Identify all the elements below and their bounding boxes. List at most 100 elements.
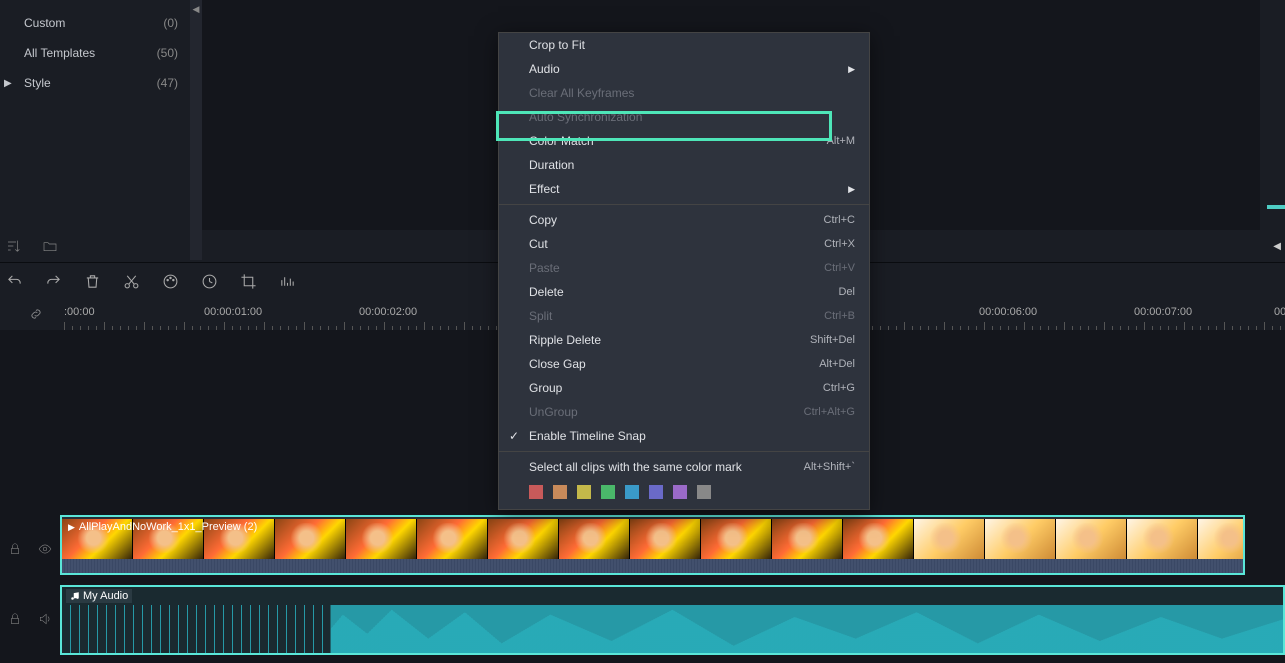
chevron-left-icon: ◀	[193, 4, 200, 15]
menu-shortcut: Del	[838, 286, 855, 298]
video-track-header	[0, 530, 60, 570]
thumbnail	[1198, 519, 1245, 561]
menu-item-ripple-delete[interactable]: Ripple DeleteShift+Del	[499, 328, 869, 352]
menu-label: Close Gap	[529, 357, 586, 371]
menu-item-color-match[interactable]: Color MatchAlt+M	[499, 129, 869, 153]
menu-item-select-all-clips-with-the-same-color-mark[interactable]: Select all clips with the same color mar…	[499, 455, 869, 479]
thumbnail	[914, 519, 985, 561]
ruler-label: 00:00:07:00	[1134, 306, 1192, 318]
delete-icon[interactable]	[84, 273, 101, 290]
sidebar-bottom-toolbar	[0, 235, 190, 260]
thumbnail	[275, 519, 346, 561]
audio-track-header	[0, 600, 60, 640]
color-swatch[interactable]	[625, 485, 639, 499]
menu-shortcut: Ctrl+G	[823, 382, 855, 394]
lock-icon[interactable]	[8, 612, 22, 629]
video-audio-waveform	[62, 559, 1243, 573]
sidebar-collapse-button[interactable]: ◀	[190, 0, 202, 260]
audio-waveform	[62, 605, 1283, 653]
lock-icon[interactable]	[8, 542, 22, 559]
menu-shortcut: Ctrl+B	[824, 310, 855, 322]
speed-icon[interactable]	[201, 273, 218, 290]
video-clip[interactable]: ▶ AllPlayAndNoWork_1x1_Preview (2)	[60, 515, 1245, 575]
audio-clip[interactable]: My Audio	[60, 585, 1285, 655]
menu-item-copy[interactable]: Copy Ctrl+C	[499, 208, 869, 232]
ruler-label: 00:00:06:00	[979, 306, 1037, 318]
color-swatches	[499, 479, 869, 509]
thumbnail	[701, 519, 772, 561]
ruler-label: 00:00:02:00	[359, 306, 417, 318]
color-swatch[interactable]	[577, 485, 591, 499]
menu-label: Cut	[529, 237, 548, 251]
clip-name: AllPlayAndNoWork_1x1_Preview (2)	[79, 521, 257, 533]
redo-icon[interactable]	[45, 273, 62, 290]
folder-icon[interactable]	[42, 238, 58, 257]
thumbnail	[1056, 519, 1127, 561]
marker-indicator	[1267, 205, 1285, 209]
menu-shortcut: Alt+Shift+`	[804, 461, 855, 473]
sidebar-item-count: (50)	[157, 46, 178, 60]
audio-adjust-icon[interactable]	[279, 273, 296, 290]
menu-separator	[499, 451, 869, 452]
menu-label: Ripple Delete	[529, 333, 601, 347]
thumbnail	[559, 519, 630, 561]
menu-label: Copy	[529, 213, 557, 227]
menu-label: Group	[529, 381, 562, 395]
sidebar-item-label: All Templates	[24, 46, 95, 60]
menu-item-auto-synchronization: Auto Synchronization	[499, 105, 869, 129]
thumbnail	[346, 519, 417, 561]
color-swatch[interactable]	[649, 485, 663, 499]
color-swatch[interactable]	[601, 485, 615, 499]
color-swatch[interactable]	[697, 485, 711, 499]
thumbnail	[1127, 519, 1198, 561]
menu-item-duration[interactable]: Duration	[499, 153, 869, 177]
color-swatch[interactable]	[553, 485, 567, 499]
check-icon: ✓	[509, 429, 519, 443]
menu-label: Select all clips with the same color mar…	[529, 460, 742, 474]
link-icon[interactable]	[28, 306, 44, 325]
undo-icon[interactable]	[6, 273, 23, 290]
music-note-icon	[70, 591, 80, 601]
sidebar-item-count: (47)	[157, 76, 178, 90]
menu-shortcut: Ctrl+Alt+G	[804, 406, 855, 418]
menu-item-cut[interactable]: CutCtrl+X	[499, 232, 869, 256]
menu-item-audio[interactable]: Audio▶	[499, 57, 869, 81]
menu-shortcut: Ctrl+V	[824, 262, 855, 274]
menu-item-close-gap[interactable]: Close GapAlt+Del	[499, 352, 869, 376]
menu-label: Split	[529, 309, 552, 323]
menu-item-group[interactable]: Group Ctrl+G	[499, 376, 869, 400]
menu-item-enable-timeline-snap[interactable]: ✓Enable Timeline Snap	[499, 424, 869, 448]
color-swatch[interactable]	[529, 485, 543, 499]
sidebar-item-style[interactable]: ▶ Style (47)	[0, 68, 190, 98]
menu-label: Crop to Fit	[529, 38, 585, 52]
menu-item-clear-all-keyframes: Clear All Keyframes	[499, 81, 869, 105]
menu-label: Duration	[529, 158, 574, 172]
crop-icon[interactable]	[240, 273, 257, 290]
eye-icon[interactable]	[38, 542, 52, 559]
sidebar-item-custom[interactable]: Custom (0)	[0, 8, 190, 38]
sidebar-item-all-templates[interactable]: All Templates (50)	[0, 38, 190, 68]
menu-item-delete[interactable]: Delete Del	[499, 280, 869, 304]
menu-item-effect[interactable]: Effect▶	[499, 177, 869, 201]
menu-shortcut: Ctrl+C	[824, 214, 855, 226]
play-icon: ▶	[68, 522, 75, 533]
menu-item-paste: Paste Ctrl+V	[499, 256, 869, 280]
menu-label: Paste	[529, 261, 560, 275]
menu-label: Delete	[529, 285, 564, 299]
sort-icon[interactable]	[6, 238, 22, 257]
menu-item-crop-to-fit[interactable]: Crop to Fit	[499, 33, 869, 57]
menu-label: Color Match	[529, 134, 594, 148]
cut-icon[interactable]	[123, 273, 140, 290]
sidebar: Custom (0) All Templates (50) ▶ Style (4…	[0, 0, 190, 260]
color-swatch[interactable]	[673, 485, 687, 499]
thumbnail	[630, 519, 701, 561]
thumbnail	[772, 519, 843, 561]
right-panel-strip: ◀	[1260, 0, 1285, 260]
sidebar-item-label: Custom	[24, 16, 65, 30]
clip-name: My Audio	[83, 590, 128, 602]
menu-label: Clear All Keyframes	[529, 86, 634, 100]
menu-label: Effect	[529, 182, 559, 196]
palette-icon[interactable]	[162, 273, 179, 290]
speaker-icon[interactable]	[38, 612, 52, 629]
expand-left-icon[interactable]: ◀	[1273, 241, 1281, 252]
